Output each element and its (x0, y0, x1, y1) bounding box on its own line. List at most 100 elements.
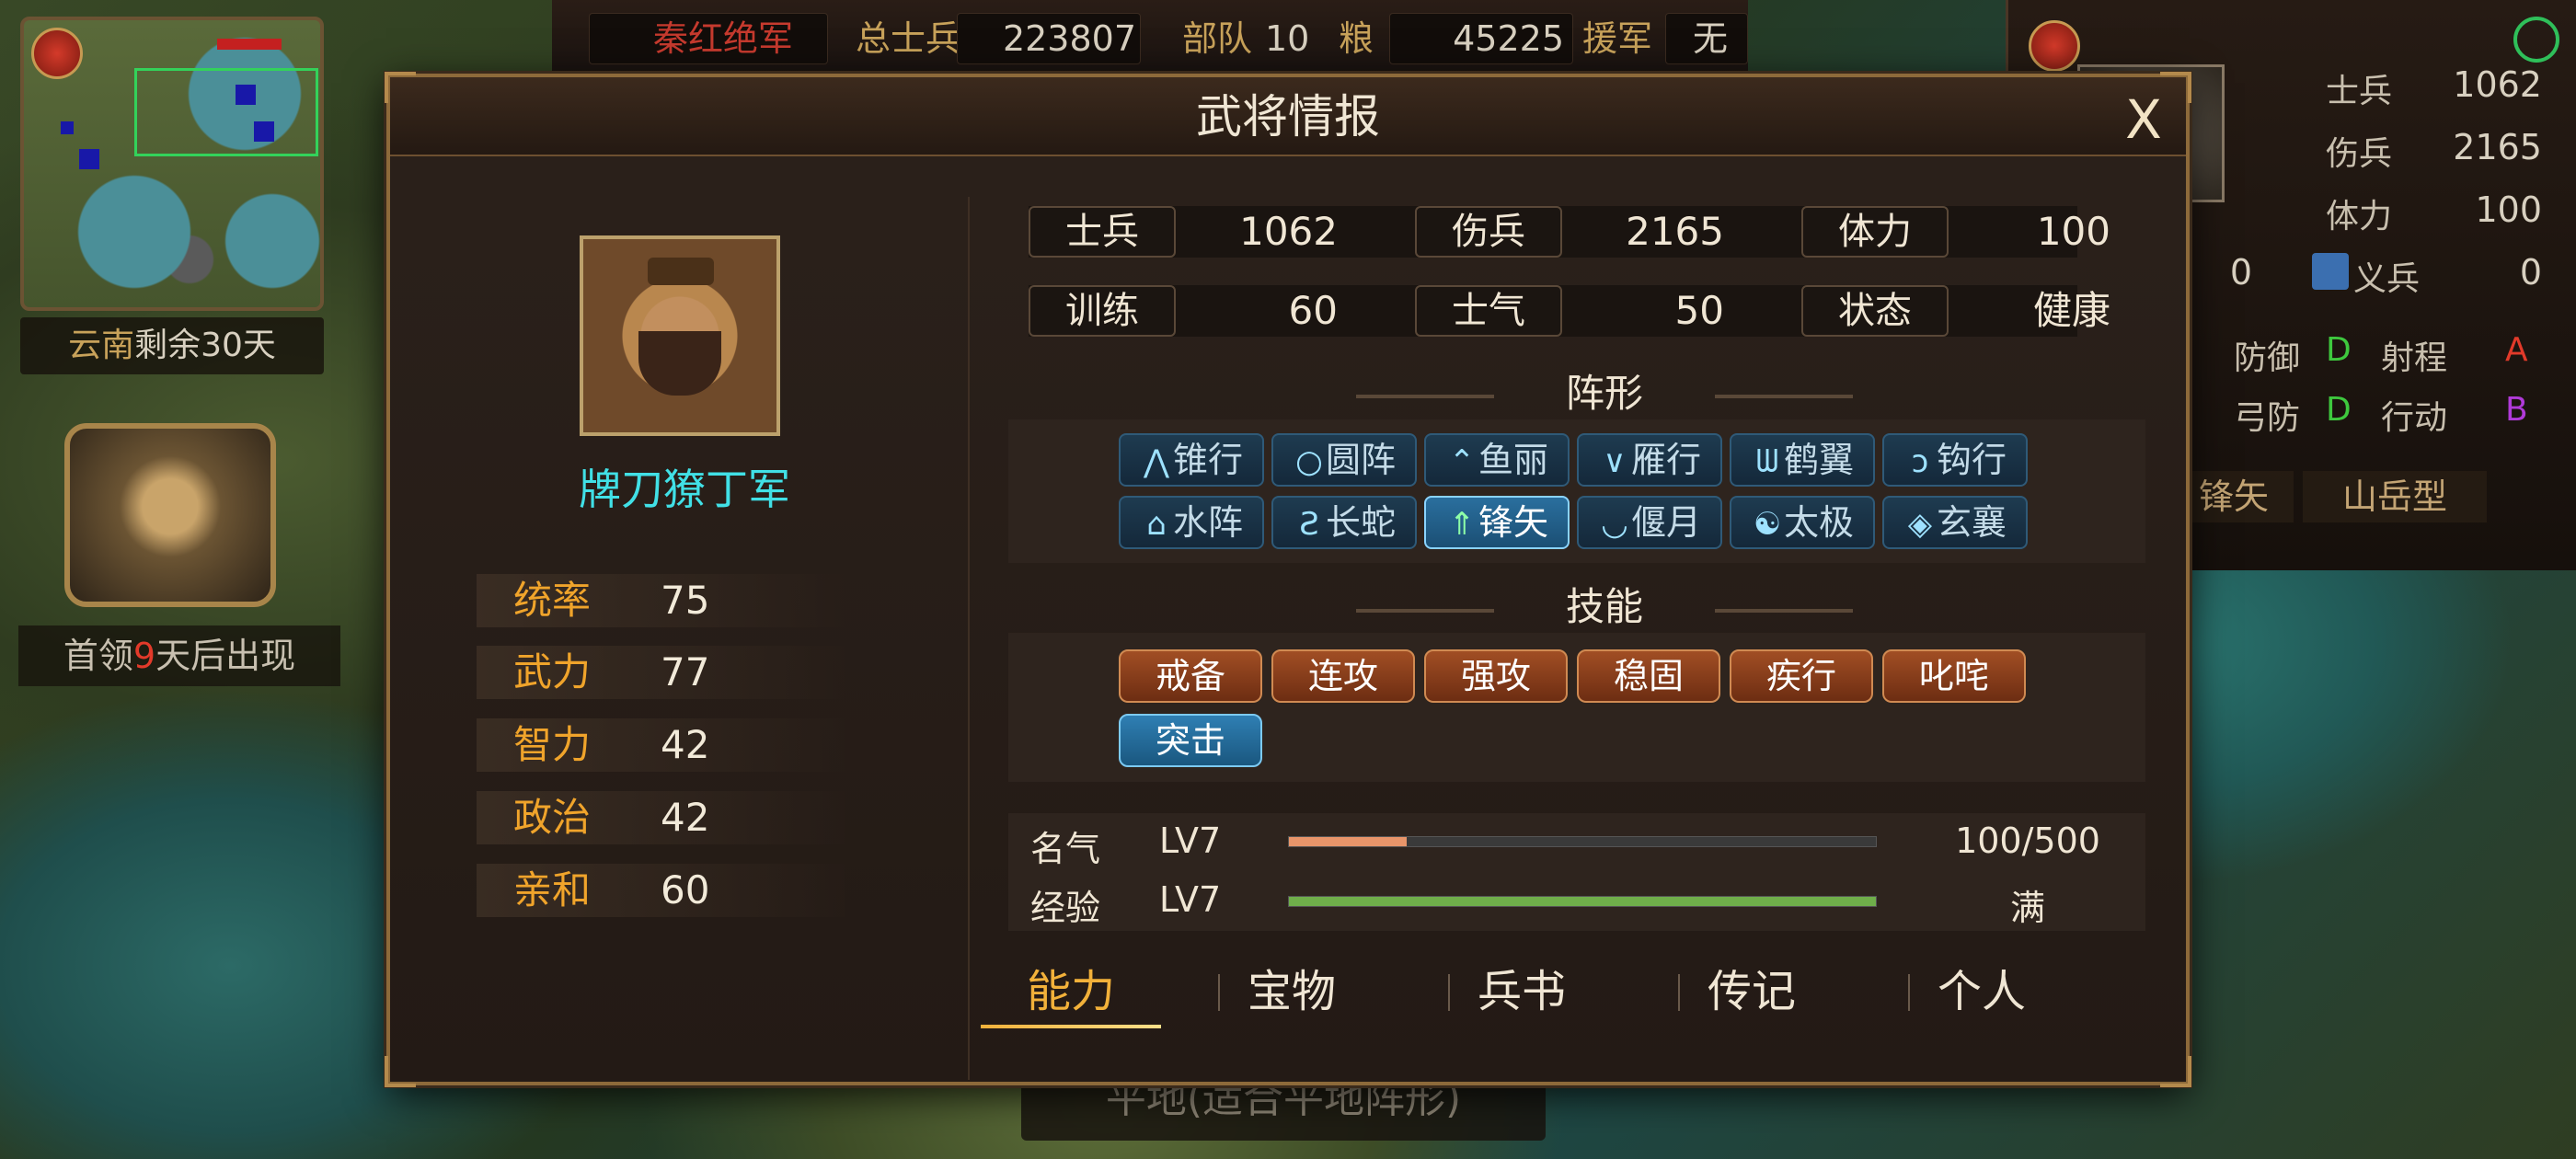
formation-label: 钩行 (1936, 440, 2007, 480)
formation-button[interactable]: ↄ 钩行 (1882, 433, 2028, 487)
formation-button[interactable]: ∨ 雁行 (1577, 433, 1722, 487)
fame-level: LV7 (1159, 820, 1222, 861)
skill-button[interactable]: 叱咤 (1882, 649, 2026, 703)
side-stat-label: 士兵 (2326, 73, 2393, 110)
fame-label: 名气 (1030, 829, 1101, 869)
side-stat-label: 体力 (2326, 198, 2393, 235)
volunteer-icon (2312, 253, 2349, 290)
units-value: 10 (1265, 18, 1310, 59)
info-value: 健康 (2032, 288, 2110, 333)
skills-title: 技能 (1565, 584, 1643, 629)
formation-icon: ᗯ (1755, 443, 1779, 480)
title-ornament (1715, 395, 1853, 398)
skill-button[interactable]: 戒备 (1119, 649, 1262, 703)
formation-button[interactable]: ○圆阵 (1271, 433, 1417, 487)
attribute-value: 77 (661, 649, 710, 694)
formation-title: 阵形 (1565, 371, 1643, 416)
volunteer-value: 0 (2519, 252, 2542, 293)
formation-label: 长蛇 (1325, 502, 1396, 543)
attribute-name: 智力 (513, 722, 592, 767)
fame-bar-fill (1289, 837, 1407, 846)
formation-button[interactable]: ◡偃月 (1577, 496, 1722, 549)
skill-button[interactable]: 疾行 (1730, 649, 1873, 703)
remaining-days: 剩余30天 (134, 327, 276, 364)
attribute-row: 武力 77 (477, 646, 845, 699)
formation-button[interactable]: ⌃鱼丽 (1424, 433, 1570, 487)
corner-ornament (2160, 1056, 2191, 1087)
general-portrait (580, 235, 780, 436)
top-status-bar: 秦红绝军 总士兵 223807 部队 10 粮 45225 援军 无 (552, 0, 1748, 75)
formation-button[interactable]: ☯太极 (1730, 496, 1875, 549)
formation-button[interactable]: ⋀ 锥行 (1119, 433, 1264, 487)
formation-button[interactable]: ◈ 玄襄 (1882, 496, 2028, 549)
attribute-value: 42 (661, 722, 710, 767)
skill-button[interactable]: 强攻 (1424, 649, 1568, 703)
grade-label: 射程 (2381, 339, 2448, 377)
minimap-enemy-marker (217, 39, 282, 50)
formation-icon: ○ (1295, 443, 1323, 480)
leader-portrait[interactable] (64, 423, 276, 607)
title-ornament (1715, 609, 1853, 613)
formation-button[interactable]: ᗯ 鹤翼 (1730, 433, 1875, 487)
info-value: 50 (1674, 288, 1724, 333)
side-panel-menu-button[interactable] (2029, 20, 2080, 72)
dialog-title: 武将情报 (1196, 90, 1380, 143)
attribute-row: 政治 42 (477, 791, 845, 844)
formation-icon: Ƨ (1299, 506, 1319, 543)
exp-label: 经验 (1030, 888, 1101, 928)
tab-treasure[interactable]: 宝物 (1190, 956, 1393, 1027)
formation-icon: ⋀ (1144, 443, 1169, 480)
title-ornament (1356, 395, 1494, 398)
food-label: 粮 (1339, 18, 1374, 59)
minimap-viewport[interactable] (134, 68, 318, 156)
formation-icon: ◡ (1601, 506, 1628, 543)
tab-personal[interactable]: 个人 (1880, 956, 2083, 1027)
fame-bar (1288, 836, 1877, 847)
side-tab-formation[interactable]: 锋矢 (2174, 471, 2294, 522)
attribute-name: 统率 (513, 578, 592, 623)
formation-label: 太极 (1783, 502, 1854, 543)
total-soldiers-label: 总士兵 (856, 18, 961, 59)
column-divider (968, 197, 970, 1080)
minimap-unit-marker (254, 121, 274, 142)
tab-military-book[interactable]: 兵书 (1420, 956, 1623, 1027)
minimap-menu-button[interactable] (31, 28, 83, 79)
attribute-name: 武力 (513, 649, 592, 694)
minimap-unit-marker (79, 149, 99, 169)
army-name: 秦红绝军 (653, 18, 794, 59)
side-tab-terrain[interactable]: 山岳型 (2303, 471, 2487, 522)
minimap[interactable] (20, 17, 324, 311)
formation-button[interactable]: ⌂ 水阵 (1119, 496, 1264, 549)
formation-icon: ◈ (1907, 506, 1933, 543)
attribute-row: 统率 75 (477, 574, 845, 627)
tab-ability[interactable]: 能力 (981, 956, 1161, 1027)
formation-icon: ⇑ (1448, 506, 1476, 543)
formation-icon: ☯ (1753, 506, 1782, 543)
attribute-value: 75 (661, 578, 710, 623)
fame-value: 100/500 (1955, 820, 2100, 861)
formation-icon: ⌂ (1146, 506, 1167, 543)
formation-label: 鹤翼 (1783, 440, 1854, 480)
formation-label: 玄襄 (1936, 502, 2007, 543)
title-ornament (1356, 609, 1494, 613)
leader-label-suffix: 天后出现 (155, 636, 296, 676)
skill-button[interactable]: 突击 (1119, 714, 1262, 767)
minimap-caption: 云南剩余30天 (20, 317, 324, 374)
skill-button[interactable]: 稳固 (1577, 649, 1720, 703)
formation-button[interactable]: Ƨ 长蛇 (1271, 496, 1417, 549)
info-value: 2165 (1626, 209, 1724, 254)
side-stat-value: 100 (2475, 189, 2542, 230)
formation-button-active[interactable]: ⇑锋矢 (1424, 496, 1570, 549)
info-value: 100 (2036, 209, 2110, 254)
attribute-row: 智力 42 (477, 718, 845, 772)
skill-button[interactable]: 连攻 (1271, 649, 1415, 703)
formation-label: 锋矢 (1478, 502, 1548, 543)
units-label: 部队 (1182, 18, 1253, 59)
grade-label: 防御 (2234, 339, 2301, 377)
reinforce-value: 无 (1693, 18, 1729, 59)
formation-label: 偃月 (1630, 502, 1701, 543)
volunteer-label: 义兵 (2353, 260, 2421, 298)
corner-ornament (385, 72, 416, 103)
grade-value: D (2326, 391, 2352, 429)
tab-biography[interactable]: 传记 (1650, 956, 1853, 1027)
